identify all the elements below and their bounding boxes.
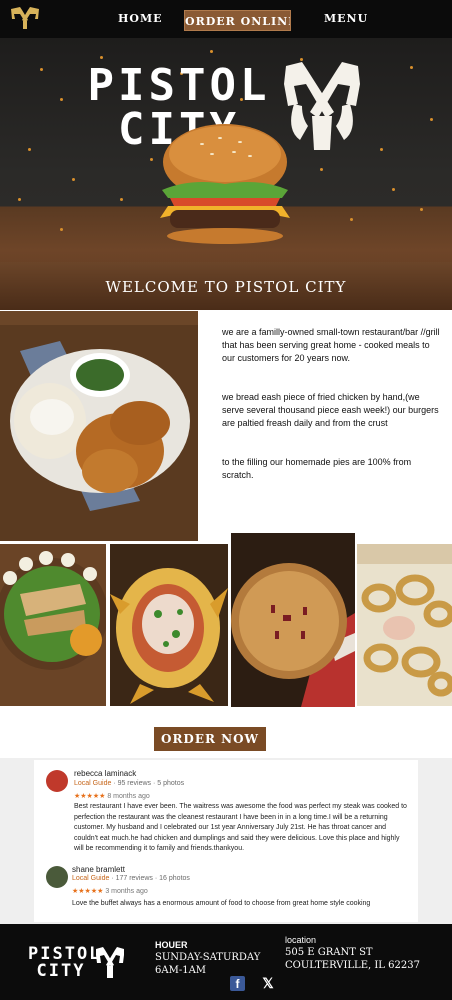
review-rating: ★★★★★ 3 months ago xyxy=(72,887,148,895)
review-text: Best restaurant I have ever been. The wa… xyxy=(74,803,407,853)
nachos-photo xyxy=(110,544,228,706)
reviewer-name[interactable]: shane bramlett xyxy=(72,865,125,874)
review-date: 3 months ago xyxy=(105,888,148,895)
reviewer-name[interactable]: rebecca laminack xyxy=(74,769,136,778)
footer: PISTOL CITY HOUER SUNDAY-SATURDAY 6AM-1A… xyxy=(0,924,452,1000)
intro-paragraph-1: we are a familly-owned small-town restau… xyxy=(222,327,440,363)
spark xyxy=(100,56,103,59)
spark xyxy=(420,208,423,211)
hero-title-line1: PISTOL xyxy=(87,60,271,111)
spark xyxy=(320,168,323,171)
footer-logo-line2: CITY xyxy=(36,961,86,981)
local-guide-badge: Local Guide xyxy=(74,780,112,787)
spark xyxy=(380,148,383,151)
spark xyxy=(430,118,433,121)
spark xyxy=(210,50,213,53)
hero-banner: PISTOL CITY WELCOME TO PISTOL CITY xyxy=(0,38,452,310)
spark xyxy=(60,228,63,231)
top-nav: HOME ORDER ONLINE MENU xyxy=(0,0,452,38)
pie-photo xyxy=(231,533,355,707)
spark xyxy=(28,148,31,151)
nav-order-online-button[interactable]: ORDER ONLINE xyxy=(184,10,291,31)
footer-logo: PISTOL CITY xyxy=(28,946,99,981)
reviews-card: rebecca laminack Local Guide · 95 review… xyxy=(34,760,418,922)
nav-menu-link[interactable]: MENU xyxy=(324,12,368,25)
reviewer-avatar[interactable] xyxy=(46,866,68,888)
address-line2: COULTERVILLE, IL 62237 xyxy=(285,960,420,971)
intro-text: we are a familly-owned small-town restau… xyxy=(222,326,444,508)
onion-rings-photo xyxy=(357,544,452,706)
facebook-icon[interactable]: f xyxy=(230,976,245,991)
star-rating-icon: ★★★★★ xyxy=(74,793,106,800)
burger-image xyxy=(160,124,290,244)
hours-value: SUNDAY-SATURDAY 6AM-1AM xyxy=(155,951,260,977)
order-now-button[interactable]: ORDER NOW xyxy=(154,727,266,751)
star-rating-icon: ★★★★★ xyxy=(72,888,104,895)
spark xyxy=(120,198,123,201)
reviewer-meta: Local Guide · 177 reviews · 16 photos xyxy=(72,875,190,882)
spark xyxy=(350,218,353,221)
hours-time: 6AM-1AM xyxy=(155,965,207,976)
reviewer-stats: · 95 reviews · 5 photos xyxy=(111,780,185,787)
hours-label: HOUER xyxy=(155,940,188,950)
review-text: Love the buffet always has a enormous am… xyxy=(72,900,371,907)
footer-pistols-icon xyxy=(96,947,124,978)
fried-chicken-plate-photo xyxy=(0,311,198,541)
spark xyxy=(60,98,63,101)
intro-paragraph-3: to the filling our homemade pies are 100… xyxy=(222,457,412,480)
hours-days: SUNDAY-SATURDAY xyxy=(155,952,261,963)
review-date: 8 months ago xyxy=(107,793,150,800)
spark xyxy=(18,198,21,201)
reviewer-avatar[interactable] xyxy=(46,770,68,792)
address-line1: 505 E GRANT ST xyxy=(285,947,373,958)
spark xyxy=(410,66,413,69)
nav-home-link[interactable]: HOME xyxy=(118,12,163,25)
salad-photo xyxy=(0,544,106,706)
x-icon[interactable]: 𝕏 xyxy=(260,975,276,991)
spark xyxy=(40,68,43,71)
crossed-pistols-icon[interactable] xyxy=(8,5,42,33)
welcome-heading: WELCOME TO PISTOL CITY xyxy=(105,278,347,296)
local-guide-badge: Local Guide xyxy=(72,875,110,882)
reviewer-stats: · 177 reviews · 16 photos xyxy=(109,875,190,882)
spark xyxy=(72,178,75,181)
location-label: location xyxy=(285,935,317,945)
address: 505 E GRANT ST COULTERVILLE, IL 62237 xyxy=(285,946,420,972)
reviewer-meta: Local Guide · 95 reviews · 5 photos xyxy=(74,780,184,787)
review-rating: ★★★★★ 8 months ago xyxy=(74,792,150,800)
spark xyxy=(392,188,395,191)
intro-paragraph-2: we bread eash piece of fried chicken by … xyxy=(222,392,439,428)
